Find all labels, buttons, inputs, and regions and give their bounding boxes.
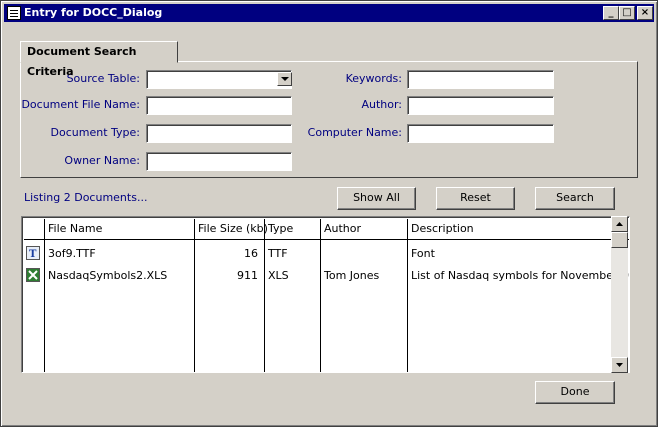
author-label: Author: [361,98,402,111]
computer-name-field[interactable] [407,124,554,143]
close-button[interactable]: × [637,6,653,20]
chevron-down-icon[interactable] [277,72,292,86]
scroll-thumb[interactable] [611,232,628,248]
scroll-up-button[interactable] [611,216,628,232]
documents-table[interactable]: File Name File Size (kb) Type Author Des… [21,216,630,373]
excel-file-icon [26,268,40,282]
done-button[interactable]: Done [535,381,615,404]
column-header-description[interactable]: Description [408,219,629,240]
minimize-button[interactable]: _ [603,6,619,20]
document-type-label: Document Type: [50,126,140,139]
column-header-type[interactable]: Type [265,219,321,240]
arrow-down-icon [616,363,623,367]
cell-file-size: 911 [237,269,258,282]
column-header-icon [24,219,45,240]
cell-author [321,245,407,263]
window-title: Entry for DOCC_Dialog [24,6,163,19]
keywords-field[interactable] [407,70,554,89]
source-table-select[interactable] [146,70,292,89]
cell-file-size: 16 [244,247,258,260]
vertical-scrollbar[interactable] [611,216,628,373]
cell-file-name[interactable]: NasdaqSymbols2.XLS [45,267,194,285]
title-bar[interactable]: Entry for DOCC_Dialog _ □ × [4,4,654,22]
cell-description: List of Nasdaq symbols for November 200 [411,269,630,282]
column-header-author[interactable]: Author [321,219,408,240]
keywords-label: Keywords: [345,72,402,85]
arrow-up-icon [616,222,623,226]
author-field[interactable] [407,96,554,115]
column-divider [194,219,195,372]
column-divider [264,219,265,372]
maximize-button[interactable]: □ [619,6,635,20]
status-text: Listing 2 Documents... [24,191,148,204]
app-icon[interactable] [7,6,21,20]
column-divider [44,219,45,372]
svg-text:T: T [29,249,37,259]
cell-type: TTF [268,247,288,260]
document-file-name-field[interactable] [146,96,292,115]
dialog-window: Entry for DOCC_Dialog _ □ × Document Sea… [0,0,658,427]
truetype-font-file-icon: T [26,246,40,260]
reset-button[interactable]: Reset [436,187,515,210]
cell-author: Tom Jones [324,269,380,282]
column-header-file-size[interactable]: File Size (kb) [195,219,268,240]
document-file-name-label: Document File Name: [21,98,140,111]
column-header-file-name[interactable]: File Name [45,219,195,240]
scroll-down-button[interactable] [611,357,628,373]
computer-name-label: Computer Name: [307,126,402,139]
document-type-field[interactable] [146,124,292,143]
column-divider [320,219,321,372]
search-button[interactable]: Search [535,187,615,210]
cell-description: Font [411,247,435,260]
owner-name-field[interactable] [146,152,292,171]
cell-type: XLS [268,269,289,282]
column-divider [407,219,408,372]
owner-name-label: Owner Name: [64,154,140,167]
cell-file-name[interactable]: 3of9.TTF [45,245,194,263]
tab-document-search-criteria[interactable]: Document Search Criteria [20,41,178,78]
show-all-button[interactable]: Show All [337,187,416,210]
